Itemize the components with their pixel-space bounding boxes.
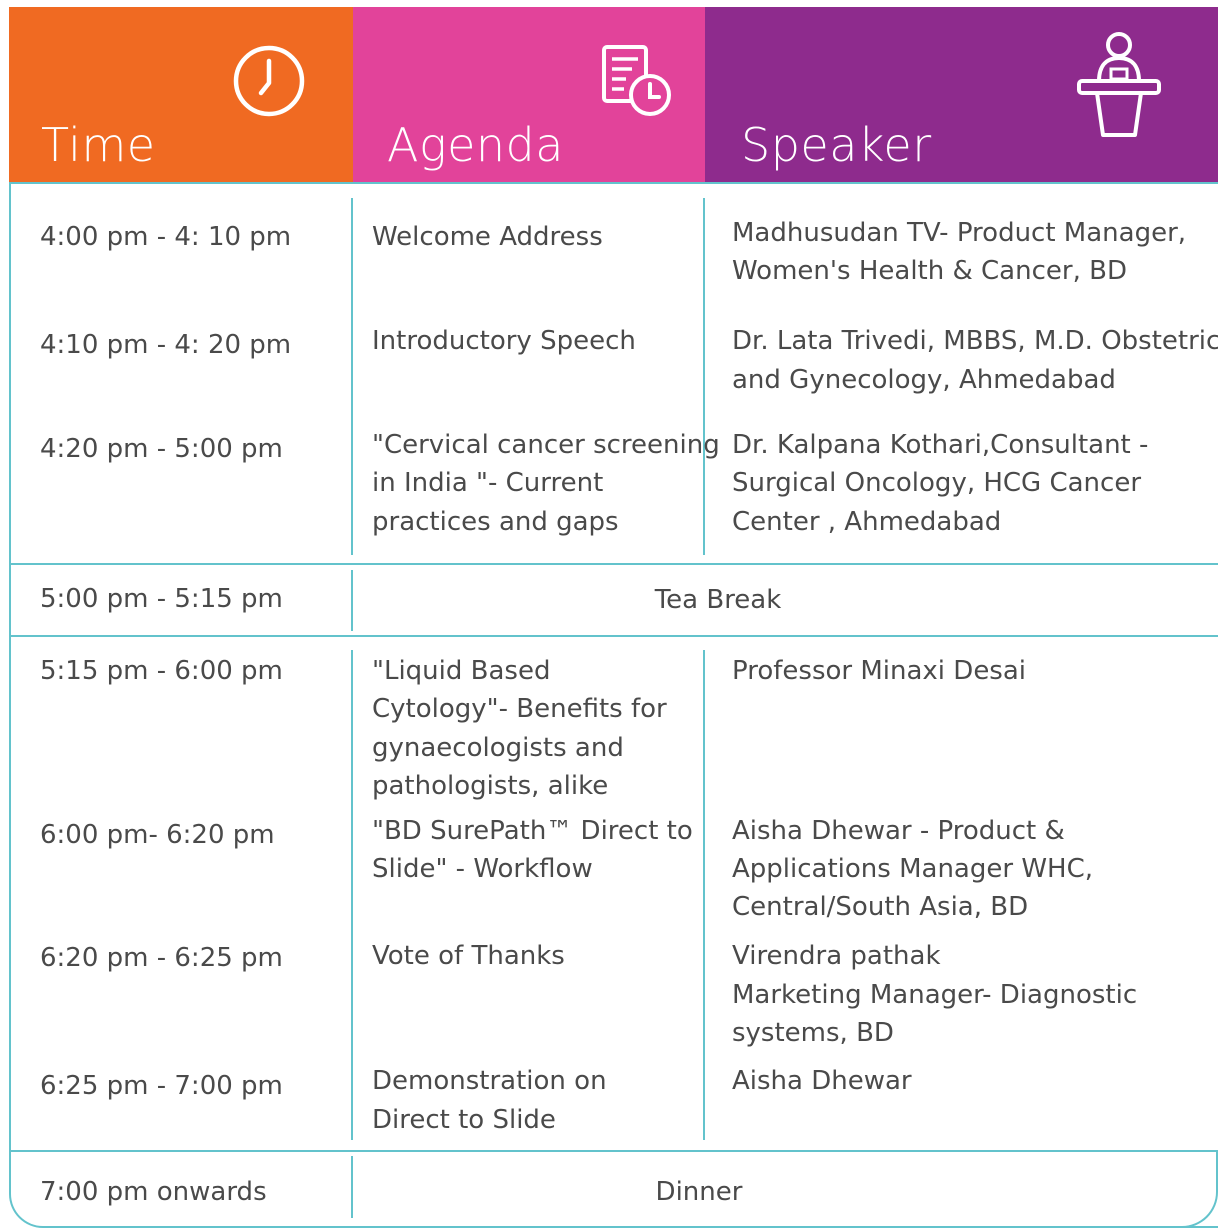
session-agenda: Introductory Speech <box>372 326 636 356</box>
session-time: 6:20 pm - 6:25 pm <box>40 943 283 973</box>
agenda-header-label: Agenda <box>387 118 564 172</box>
session-speaker-line: Surgical Oncology, HCG Cancer <box>732 468 1142 498</box>
session-speaker-line: Marketing Manager- Diagnostic <box>732 980 1138 1010</box>
column-divider <box>703 198 705 555</box>
agenda-column-header: Agenda <box>353 7 705 182</box>
session-time: 6:00 pm- 6:20 pm <box>40 820 275 850</box>
session-time: 7:00 pm onwards <box>40 1177 267 1207</box>
session-speaker-line: Applications Manager WHC, <box>732 854 1093 884</box>
tea-break-label: Tea Break <box>654 585 782 615</box>
session-agenda-line: gynaecologists and <box>372 733 624 763</box>
session-agenda: Vote of Thanks <box>372 941 565 971</box>
column-divider <box>351 198 353 555</box>
session-agenda-line: Demonstration on <box>372 1066 607 1096</box>
session-speaker-line: Virendra pathak <box>732 941 941 971</box>
session-speaker-line: Women's Health & Cancer, BD <box>732 256 1127 286</box>
session-time: 4:20 pm - 5:00 pm <box>40 434 283 464</box>
column-divider <box>351 570 353 631</box>
dinner-label: Dinner <box>655 1177 743 1207</box>
row-divider <box>9 563 1218 565</box>
session-speaker-line: systems, BD <box>732 1018 894 1048</box>
speaker-column-header: Speaker <box>705 7 1218 182</box>
row-divider <box>9 635 1218 637</box>
session-speaker-line: Center , Ahmedabad <box>732 507 1002 537</box>
session-agenda-line: pathologists, alike <box>372 771 609 801</box>
session-agenda-line: "Cervical cancer screening <box>372 430 720 460</box>
clock-icon <box>233 45 305 117</box>
time-column-header: Time <box>9 7 353 182</box>
session-time: 5:00 pm - 5:15 pm <box>40 584 283 614</box>
row-divider <box>9 1150 1218 1152</box>
podium-speaker-icon <box>1077 32 1161 137</box>
column-divider <box>703 650 705 1140</box>
session-agenda-line: Cytology"- Benefits for <box>372 694 667 724</box>
session-speaker: Aisha Dhewar <box>732 1066 912 1096</box>
session-agenda-line: practices and gaps <box>372 507 619 537</box>
session-agenda: Welcome Address <box>372 222 603 252</box>
session-time: 4:10 pm - 4: 20 pm <box>40 330 292 360</box>
session-agenda-line: in India "- Current <box>372 468 604 498</box>
session-speaker-line: Central/South Asia, BD <box>732 892 1029 922</box>
speaker-header-label: Speaker <box>741 118 932 172</box>
schedule-icon <box>602 45 671 116</box>
session-speaker-line: Madhusudan TV- Product Manager, <box>732 218 1187 248</box>
session-agenda-line: Direct to Slide <box>372 1105 556 1135</box>
session-speaker-line: Aisha Dhewar - Product & <box>732 816 1065 846</box>
session-speaker-line: Dr. Lata Trivedi, MBBS, M.D. Obstetrics <box>732 326 1218 356</box>
session-agenda-line: "Liquid Based <box>372 656 551 686</box>
session-time: 6:25 pm - 7:00 pm <box>40 1071 283 1101</box>
time-header-label: Time <box>41 118 156 172</box>
session-time: 5:15 pm - 6:00 pm <box>40 656 283 686</box>
session-speaker-line: and Gynecology, Ahmedabad <box>732 365 1116 395</box>
column-divider <box>351 650 353 1140</box>
column-divider <box>351 1156 353 1218</box>
session-speaker-line: Dr. Kalpana Kothari,Consultant - <box>732 430 1149 460</box>
session-agenda-line: Slide" - Workflow <box>372 854 593 884</box>
session-agenda-line: "BD SurePath™ Direct to <box>372 816 693 846</box>
session-time: 4:00 pm - 4: 10 pm <box>40 222 292 252</box>
session-speaker: Professor Minaxi Desai <box>732 656 1027 686</box>
